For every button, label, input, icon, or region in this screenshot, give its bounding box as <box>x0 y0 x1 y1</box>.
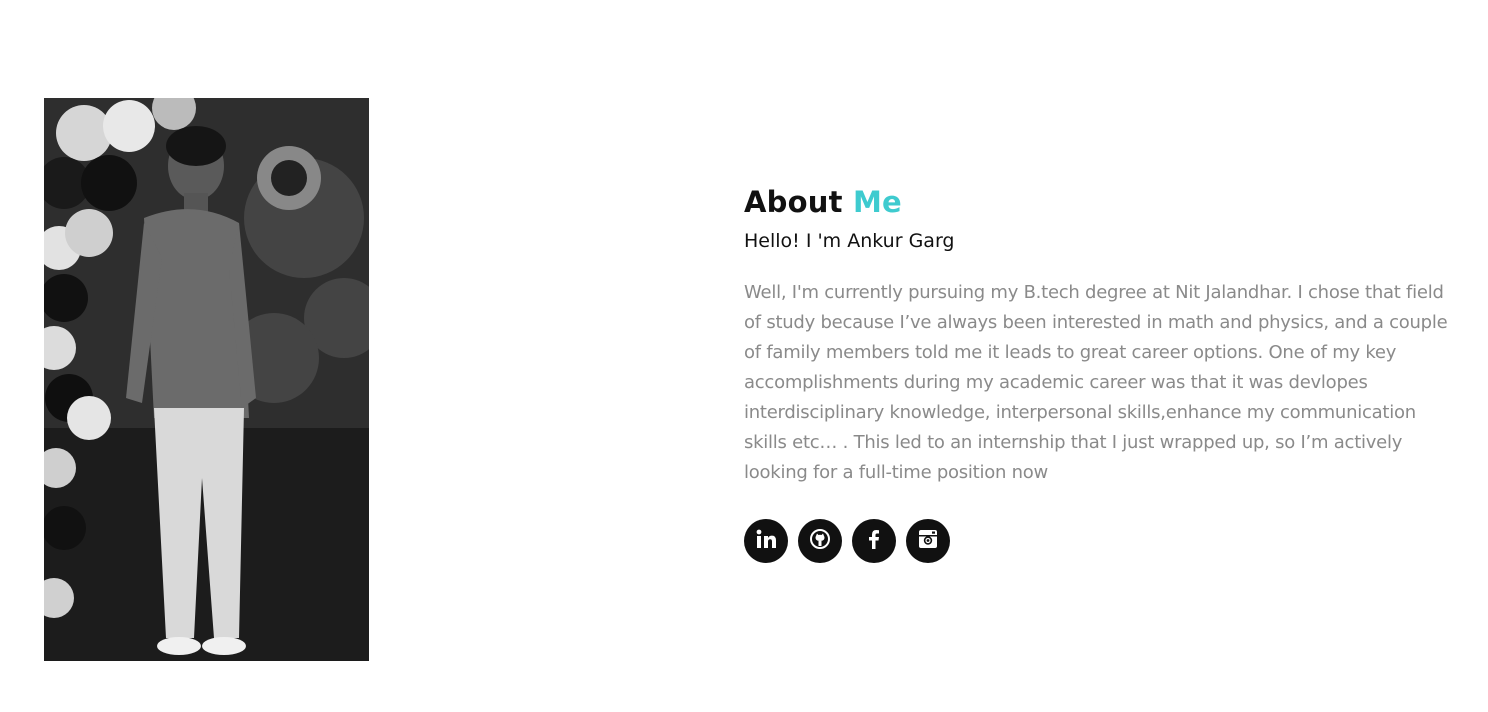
about-section: About Me Hello! I 'm Ankur Garg Well, I'… <box>0 0 1488 712</box>
facebook-link[interactable] <box>852 519 896 563</box>
github-link[interactable] <box>798 519 842 563</box>
github-icon <box>809 528 831 554</box>
about-title: About Me <box>744 180 1449 224</box>
instagram-link[interactable] <box>906 519 950 563</box>
greeting: Hello! I 'm Ankur Garg <box>744 230 955 252</box>
social-links <box>744 519 1449 563</box>
bio-text: Well, I'm currently pursuing my B.tech d… <box>744 282 1448 483</box>
facebook-icon <box>863 528 885 554</box>
profile-photo <box>44 98 369 661</box>
about-title-accent: Me <box>852 185 902 219</box>
about-content: About Me Hello! I 'm Ankur Garg Well, I'… <box>744 180 1449 563</box>
linkedin-icon <box>755 528 777 554</box>
instagram-icon <box>917 528 939 554</box>
about-title-main: About <box>744 185 843 219</box>
linkedin-link[interactable] <box>744 519 788 563</box>
